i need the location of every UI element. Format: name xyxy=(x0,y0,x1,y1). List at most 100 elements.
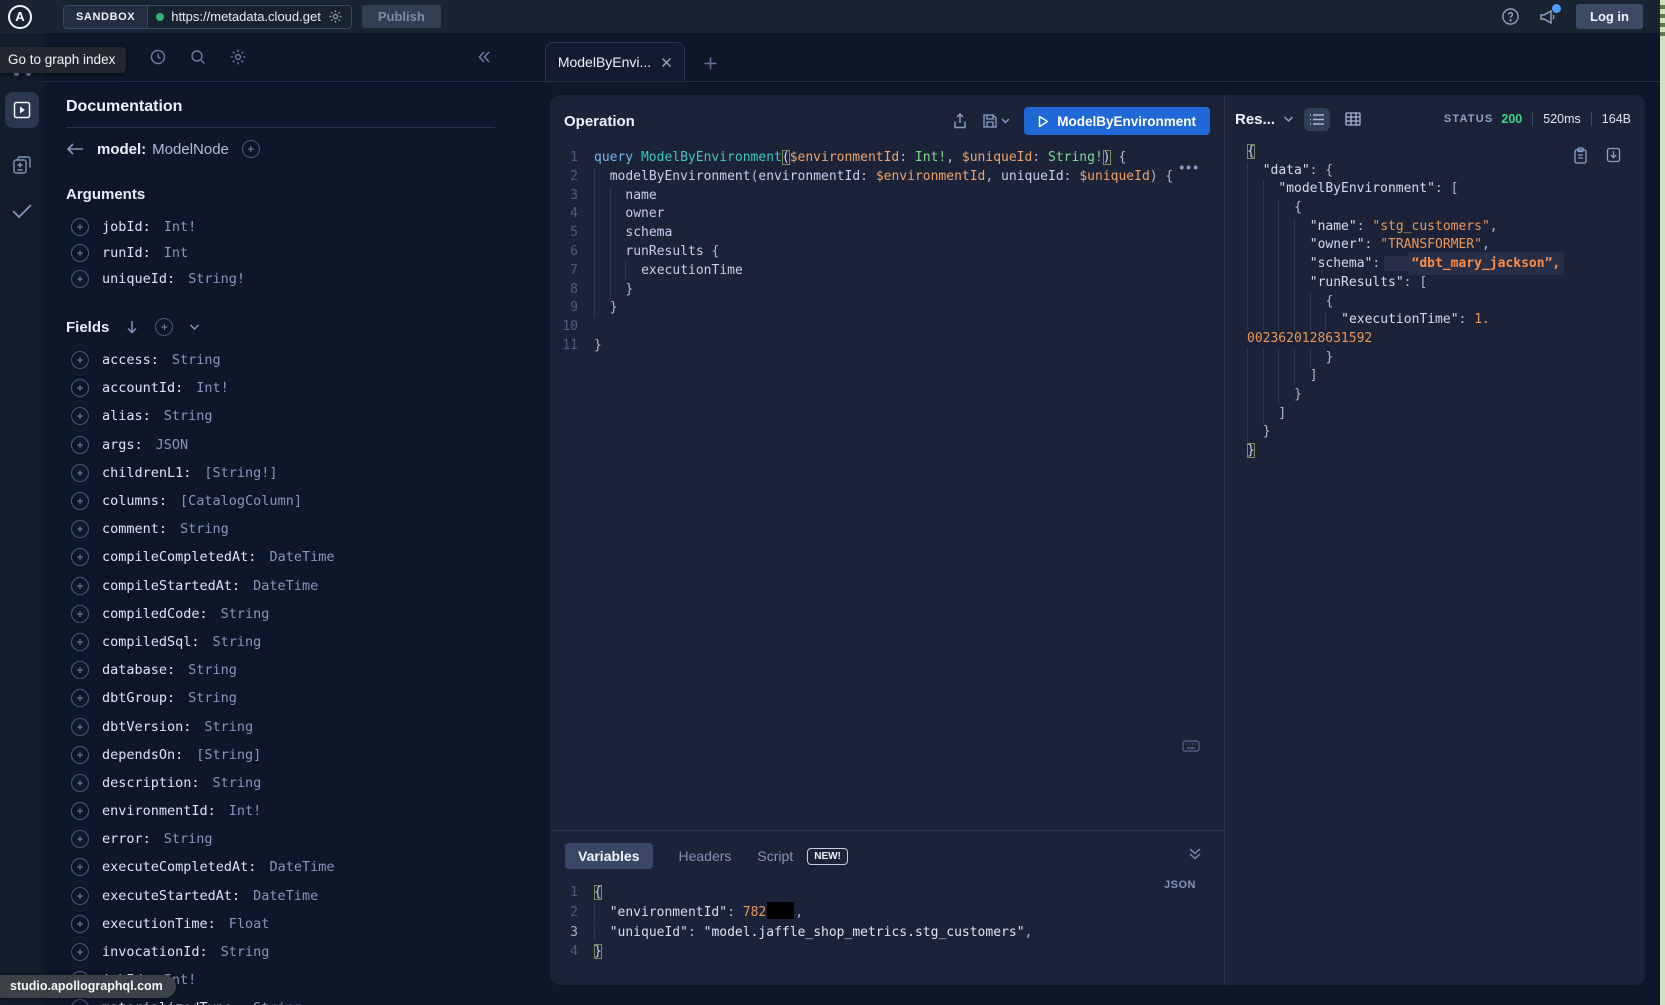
field-name[interactable]: dbtGroup: xyxy=(102,690,175,706)
code-line[interactable]: 11} xyxy=(550,337,1224,356)
field-name[interactable]: invocationId: xyxy=(102,944,208,960)
code-line[interactable]: 3name xyxy=(550,187,1224,206)
field-name[interactable]: dbtVersion: xyxy=(102,719,191,735)
field-type[interactable]: DateTime xyxy=(269,549,334,565)
add-field-to-query-button[interactable]: + xyxy=(71,520,89,538)
search-icon[interactable] xyxy=(189,48,207,66)
add-field-to-query-button[interactable]: + xyxy=(71,718,89,736)
field-type[interactable]: [CatalogColumn] xyxy=(180,493,302,509)
field-name[interactable]: columns: xyxy=(102,493,167,509)
field-name[interactable]: accountId: xyxy=(102,380,183,396)
chevron-down-icon[interactable] xyxy=(189,323,200,331)
field-type[interactable]: Int! xyxy=(229,803,262,819)
code-line[interactable]: "runResults": [ xyxy=(1247,274,1645,293)
breadcrumb-type-name[interactable]: ModelNode xyxy=(152,141,229,158)
add-field-to-query-button[interactable]: + xyxy=(71,887,89,905)
field-type[interactable]: String xyxy=(188,690,237,706)
code-line[interactable]: } xyxy=(1247,349,1645,368)
code-line[interactable]: "modelByEnvironment": [ xyxy=(1247,180,1645,199)
field-name[interactable]: executionTime: xyxy=(102,916,216,932)
field-name[interactable]: error: xyxy=(102,831,151,847)
field-name[interactable]: comment: xyxy=(102,521,167,537)
add-field-to-query-button[interactable]: + xyxy=(71,244,89,262)
code-line[interactable]: 8} xyxy=(550,281,1224,300)
share-operation-icon[interactable] xyxy=(952,113,968,130)
field-name[interactable]: compileStartedAt: xyxy=(102,578,240,594)
field-name[interactable]: description: xyxy=(102,775,200,791)
copy-response-icon[interactable] xyxy=(1573,147,1588,164)
field-type[interactable]: [String!] xyxy=(204,465,277,481)
field-type[interactable]: String xyxy=(164,408,213,424)
sort-fields-icon[interactable] xyxy=(125,319,139,335)
field-type[interactable]: String! xyxy=(188,271,245,287)
add-field-to-query-button[interactable]: + xyxy=(71,379,89,397)
code-line[interactable]: } xyxy=(1247,442,1645,461)
collapse-panel-icon[interactable] xyxy=(476,49,492,65)
field-type[interactable]: String xyxy=(213,634,262,650)
field-name[interactable]: database: xyxy=(102,662,175,678)
code-line[interactable]: 0023620128631592 xyxy=(1247,330,1645,349)
add-field-to-query-button[interactable]: + xyxy=(71,633,89,651)
settings-gear-icon[interactable] xyxy=(229,48,247,66)
code-line[interactable]: } xyxy=(1247,386,1645,405)
save-operation-icon[interactable] xyxy=(982,113,1010,129)
add-field-to-query-button[interactable]: + xyxy=(71,548,89,566)
code-line[interactable]: 5schema xyxy=(550,224,1224,243)
add-field-to-query-button[interactable]: + xyxy=(71,464,89,482)
field-type[interactable]: Int! xyxy=(164,219,197,235)
field-type[interactable]: String xyxy=(188,662,237,678)
field-name[interactable]: jobId: xyxy=(102,219,151,235)
endpoint-url-field[interactable]: https://metadata.cloud.get xyxy=(148,6,351,28)
field-type[interactable]: String xyxy=(172,352,221,368)
history-icon[interactable] xyxy=(149,48,167,66)
operation-menu-dots-icon[interactable]: ••• xyxy=(1179,159,1200,175)
add-type-to-query-button[interactable]: + xyxy=(242,140,260,158)
code-line[interactable]: "schema": “dbt_mary_jackson”, xyxy=(1247,255,1645,274)
field-type[interactable]: String xyxy=(221,606,270,622)
field-name[interactable]: executeCompletedAt: xyxy=(102,859,256,875)
endpoint-settings-gear-icon[interactable] xyxy=(328,9,343,24)
field-type[interactable]: DateTime xyxy=(269,859,334,875)
field-type[interactable]: Int! xyxy=(196,380,229,396)
add-field-to-query-button[interactable]: + xyxy=(71,999,89,1005)
add-field-to-query-button[interactable]: + xyxy=(71,915,89,933)
field-name[interactable]: executeStartedAt: xyxy=(102,888,240,904)
field-name[interactable]: access: xyxy=(102,352,159,368)
publish-button[interactable]: Publish xyxy=(362,5,441,28)
field-type[interactable]: Int xyxy=(164,245,188,261)
response-table-view-icon[interactable] xyxy=(1340,107,1366,131)
sidebar-item-explorer[interactable] xyxy=(5,92,39,128)
field-name[interactable]: compiledCode: xyxy=(102,606,208,622)
code-line[interactable]: 4} xyxy=(550,942,1224,962)
add-all-fields-button[interactable]: + xyxy=(155,318,173,336)
field-type[interactable]: String xyxy=(253,1000,302,1005)
sidebar-item-changelog[interactable] xyxy=(11,154,33,176)
login-button[interactable]: Log in xyxy=(1576,4,1643,29)
operation-editor[interactable]: ••• 1query ModelByEnvironment($environme… xyxy=(550,145,1224,830)
response-chevron-down-icon[interactable] xyxy=(1283,115,1294,123)
code-line[interactable]: 6runResults { xyxy=(550,243,1224,262)
field-type[interactable]: DateTime xyxy=(253,888,318,904)
add-field-to-query-button[interactable]: + xyxy=(71,774,89,792)
field-type[interactable]: String xyxy=(164,831,213,847)
add-field-to-query-button[interactable]: + xyxy=(71,746,89,764)
code-line[interactable]: 2"environmentId": 782, xyxy=(550,903,1224,923)
back-arrow-icon[interactable] xyxy=(66,142,84,156)
field-type[interactable]: JSON xyxy=(156,437,189,453)
add-field-to-query-button[interactable]: + xyxy=(71,407,89,425)
add-field-to-query-button[interactable]: + xyxy=(71,830,89,848)
code-line[interactable]: "executionTime": 1. xyxy=(1247,311,1645,330)
field-name[interactable]: materializedType: xyxy=(102,1000,240,1005)
add-field-to-query-button[interactable]: + xyxy=(71,605,89,623)
field-type[interactable]: String xyxy=(213,775,262,791)
keyboard-shortcuts-icon[interactable] xyxy=(1182,740,1200,752)
code-line[interactable]: 2modelByEnvironment(environmentId: $envi… xyxy=(550,168,1224,187)
code-line[interactable]: { xyxy=(1247,199,1645,218)
field-name[interactable]: compiledSql: xyxy=(102,634,200,650)
add-field-to-query-button[interactable]: + xyxy=(71,577,89,595)
variables-editor[interactable]: 1{2"environmentId": 782,3"uniqueId": "mo… xyxy=(550,883,1224,962)
download-response-icon[interactable] xyxy=(1606,147,1621,164)
tab-script[interactable]: Script xyxy=(757,848,793,864)
code-line[interactable]: 4owner xyxy=(550,205,1224,224)
code-line[interactable]: 3"uniqueId": "model.jaffle_shop_metrics.… xyxy=(550,923,1224,943)
